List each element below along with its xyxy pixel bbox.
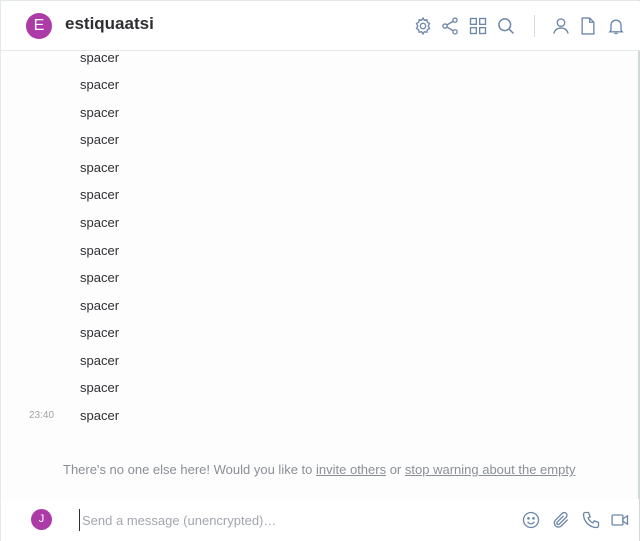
- message-timeline: spacer spacer spacer spacer spacer space…: [1, 48, 639, 491]
- message-row[interactable]: spacer: [1, 158, 639, 178]
- message-body: spacer: [80, 187, 120, 202]
- message-row[interactable]: spacer: [1, 351, 639, 371]
- message-body: spacer: [80, 298, 120, 313]
- message-row[interactable]: 23:40 spacer: [1, 406, 639, 426]
- message-row[interactable]: spacer: [1, 323, 639, 343]
- bell-icon[interactable]: [605, 15, 627, 37]
- message-body: spacer: [80, 132, 120, 147]
- message-row[interactable]: spacer: [1, 241, 639, 261]
- apps-grid-icon[interactable]: [467, 15, 489, 37]
- file-icon[interactable]: [577, 15, 599, 37]
- message-body: spacer: [80, 77, 120, 92]
- message-row[interactable]: spacer: [1, 48, 639, 68]
- empty-room-notice: There's no one else here! Would you like…: [63, 462, 640, 477]
- avatar[interactable]: J: [31, 509, 52, 530]
- room-name[interactable]: estiquaatsi: [65, 14, 154, 34]
- message-body: spacer: [80, 380, 120, 395]
- paperclip-icon[interactable]: [550, 509, 572, 531]
- share-icon[interactable]: [439, 15, 461, 37]
- person-icon[interactable]: [550, 15, 572, 37]
- chat-window: E estiquaatsi spacer spacer spacer space…: [0, 0, 640, 541]
- message-body: spacer: [80, 353, 120, 368]
- header-divider: [534, 15, 535, 37]
- message-body: spacer: [80, 50, 120, 65]
- search-icon[interactable]: [495, 15, 517, 37]
- message-composer: J: [1, 499, 639, 541]
- phone-icon[interactable]: [580, 509, 602, 531]
- message-row[interactable]: spacer: [1, 130, 639, 150]
- gear-icon[interactable]: [412, 15, 434, 37]
- message-row[interactable]: spacer: [1, 75, 639, 95]
- notice-middle: or: [386, 462, 405, 477]
- message-body: spacer: [80, 325, 120, 340]
- message-body: spacer: [80, 105, 120, 120]
- message-row[interactable]: spacer: [1, 296, 639, 316]
- message-row[interactable]: spacer: [1, 378, 639, 398]
- message-body: spacer: [80, 215, 120, 230]
- message-row[interactable]: spacer: [1, 268, 639, 288]
- message-body: spacer: [80, 160, 120, 175]
- message-body: spacer: [80, 408, 120, 423]
- room-header: E estiquaatsi: [1, 1, 640, 51]
- stop-warning-link[interactable]: stop warning about the empty: [405, 462, 576, 477]
- message-body: spacer: [80, 243, 120, 258]
- video-icon[interactable]: [609, 509, 631, 531]
- message-body: spacer: [80, 270, 120, 285]
- message-timestamp: 23:40: [29, 410, 55, 421]
- notice-prefix: There's no one else here! Would you like…: [63, 462, 316, 477]
- message-row[interactable]: spacer: [1, 185, 639, 205]
- invite-others-link[interactable]: invite others: [316, 462, 386, 477]
- message-input[interactable]: [79, 509, 499, 531]
- message-row[interactable]: spacer: [1, 103, 639, 123]
- room-avatar[interactable]: E: [26, 13, 52, 39]
- message-row[interactable]: spacer: [1, 213, 639, 233]
- emoji-icon[interactable]: [520, 509, 542, 531]
